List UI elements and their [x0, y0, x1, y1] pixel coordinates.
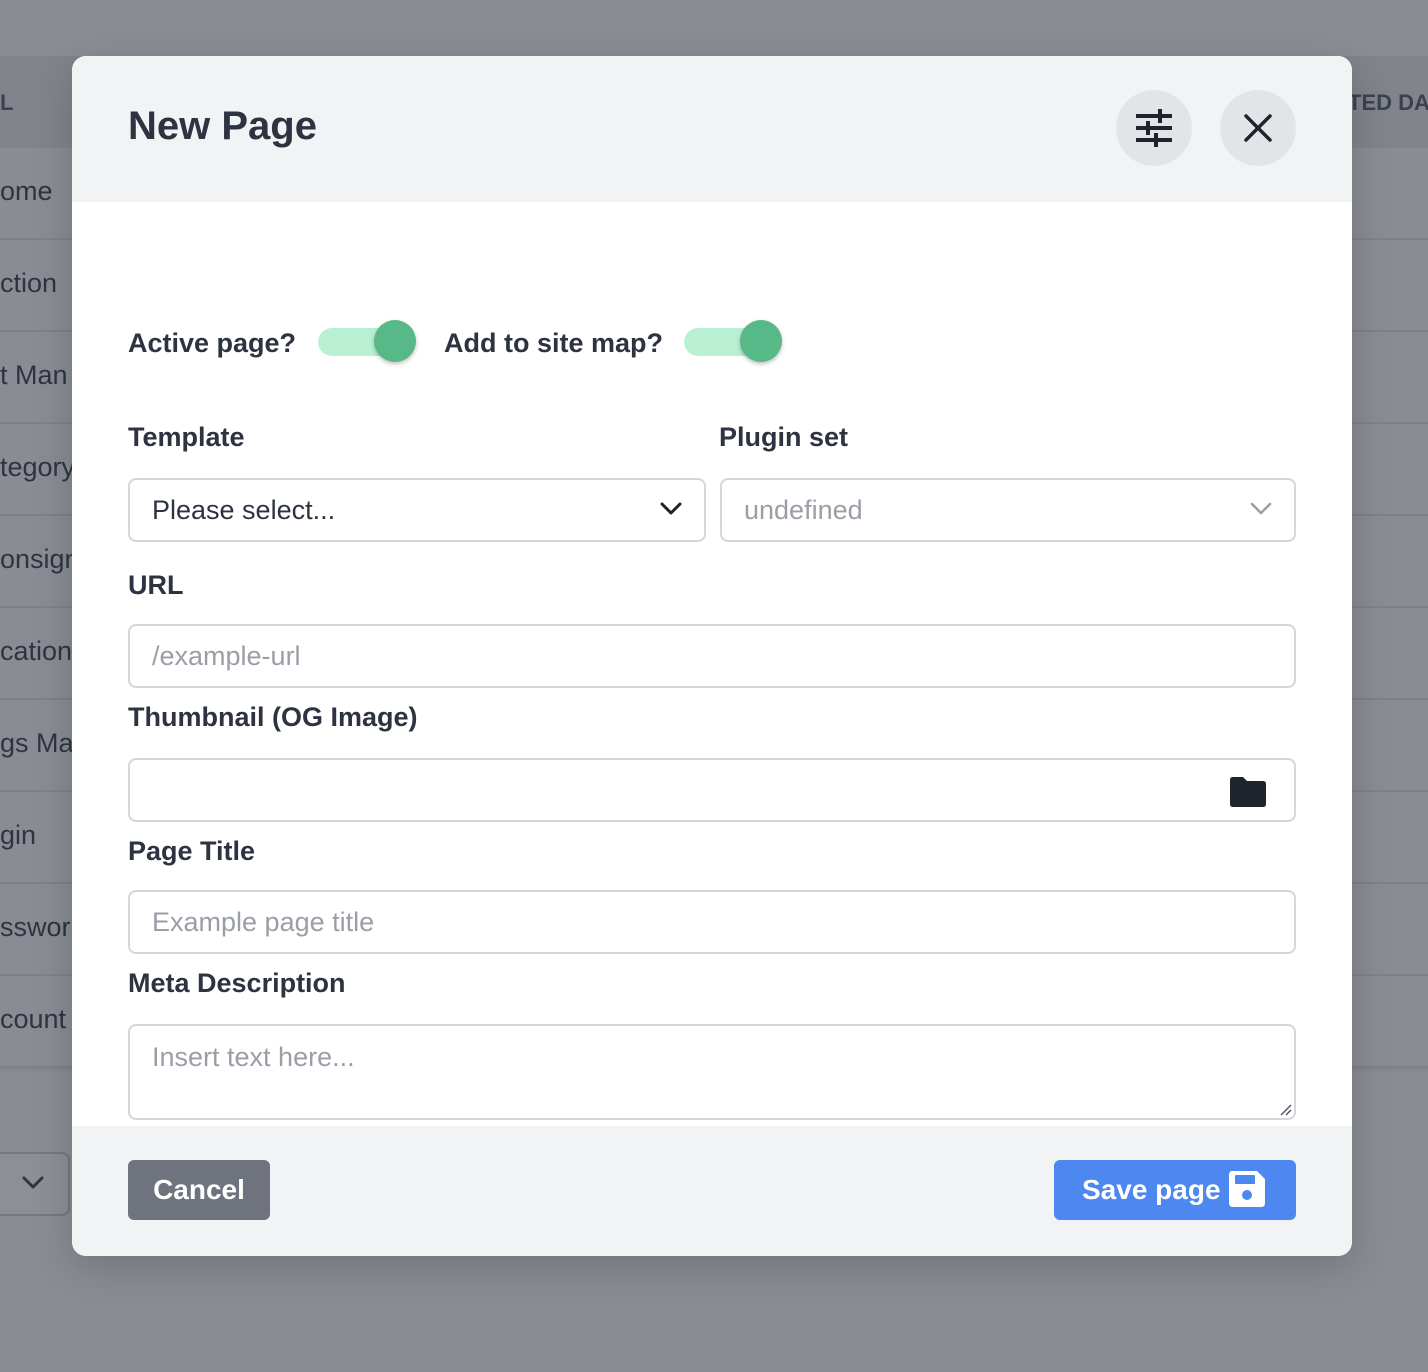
background-cell: sswor	[0, 912, 71, 942]
template-label: Template	[128, 422, 245, 452]
plugin-set-select[interactable]: undefined	[720, 478, 1296, 542]
toggle-knob	[740, 320, 782, 362]
save-page-button[interactable]: Save page	[1054, 1160, 1296, 1220]
background-page-size-select	[0, 1152, 70, 1216]
close-button[interactable]	[1220, 90, 1296, 166]
template-select[interactable]: Please select...	[128, 478, 706, 542]
site-map-label: Add to site map?	[444, 328, 664, 358]
modal-title: New Page	[128, 104, 317, 148]
background-column-header: TED DAT	[1348, 90, 1428, 115]
background-cell: gs Ma	[0, 728, 74, 758]
thumbnail-label: Thumbnail (OG Image)	[128, 702, 418, 732]
template-select-value: Please select...	[152, 495, 336, 525]
background-column-header: L	[0, 90, 14, 115]
background-cell: t Man	[0, 360, 68, 390]
site-map-toggle[interactable]	[684, 320, 782, 364]
floppy-disk-icon	[1229, 1171, 1265, 1207]
url-label: URL	[128, 570, 184, 600]
active-page-toggle[interactable]	[318, 320, 416, 364]
resize-handle-icon[interactable]	[1278, 1102, 1292, 1116]
modal-body: Active page? Add to site map? Template P…	[72, 202, 1352, 1126]
url-input[interactable]	[128, 624, 1296, 688]
cancel-button[interactable]: Cancel	[128, 1160, 270, 1220]
page-title-input[interactable]	[128, 890, 1296, 954]
thumbnail-input[interactable]	[128, 758, 1296, 822]
new-page-modal: New Page Active page? Add to site map? T…	[72, 56, 1352, 1256]
background-cell: cation	[0, 636, 73, 666]
page-title-label: Page Title	[128, 836, 256, 866]
background-cell: count	[0, 1004, 67, 1034]
chevron-down-icon	[1250, 502, 1272, 515]
background-cell: ction	[0, 268, 58, 298]
modal-footer: Cancel Save page	[72, 1126, 1352, 1256]
sliders-icon	[1136, 109, 1172, 147]
chevron-down-icon	[660, 502, 682, 515]
background-cell: onsign	[0, 544, 80, 574]
plugin-set-label: Plugin set	[719, 422, 849, 452]
modal-header: New Page	[72, 56, 1352, 202]
toggle-knob	[374, 320, 416, 362]
save-page-label: Save page	[1082, 1174, 1221, 1205]
close-icon	[1244, 114, 1272, 142]
meta-description-textarea[interactable]	[128, 1024, 1296, 1120]
active-page-label: Active page?	[128, 328, 297, 358]
background-top-bar	[0, 0, 1428, 56]
settings-button[interactable]	[1116, 90, 1192, 166]
plugin-set-select-value: undefined	[744, 495, 863, 525]
background-cell: tegory	[0, 452, 76, 482]
chevron-down-icon	[22, 1176, 44, 1189]
folder-icon[interactable]	[1228, 776, 1268, 808]
meta-description-label: Meta Description	[128, 968, 346, 998]
background-cell: ome	[0, 176, 53, 206]
background-cell: gin	[0, 820, 37, 850]
